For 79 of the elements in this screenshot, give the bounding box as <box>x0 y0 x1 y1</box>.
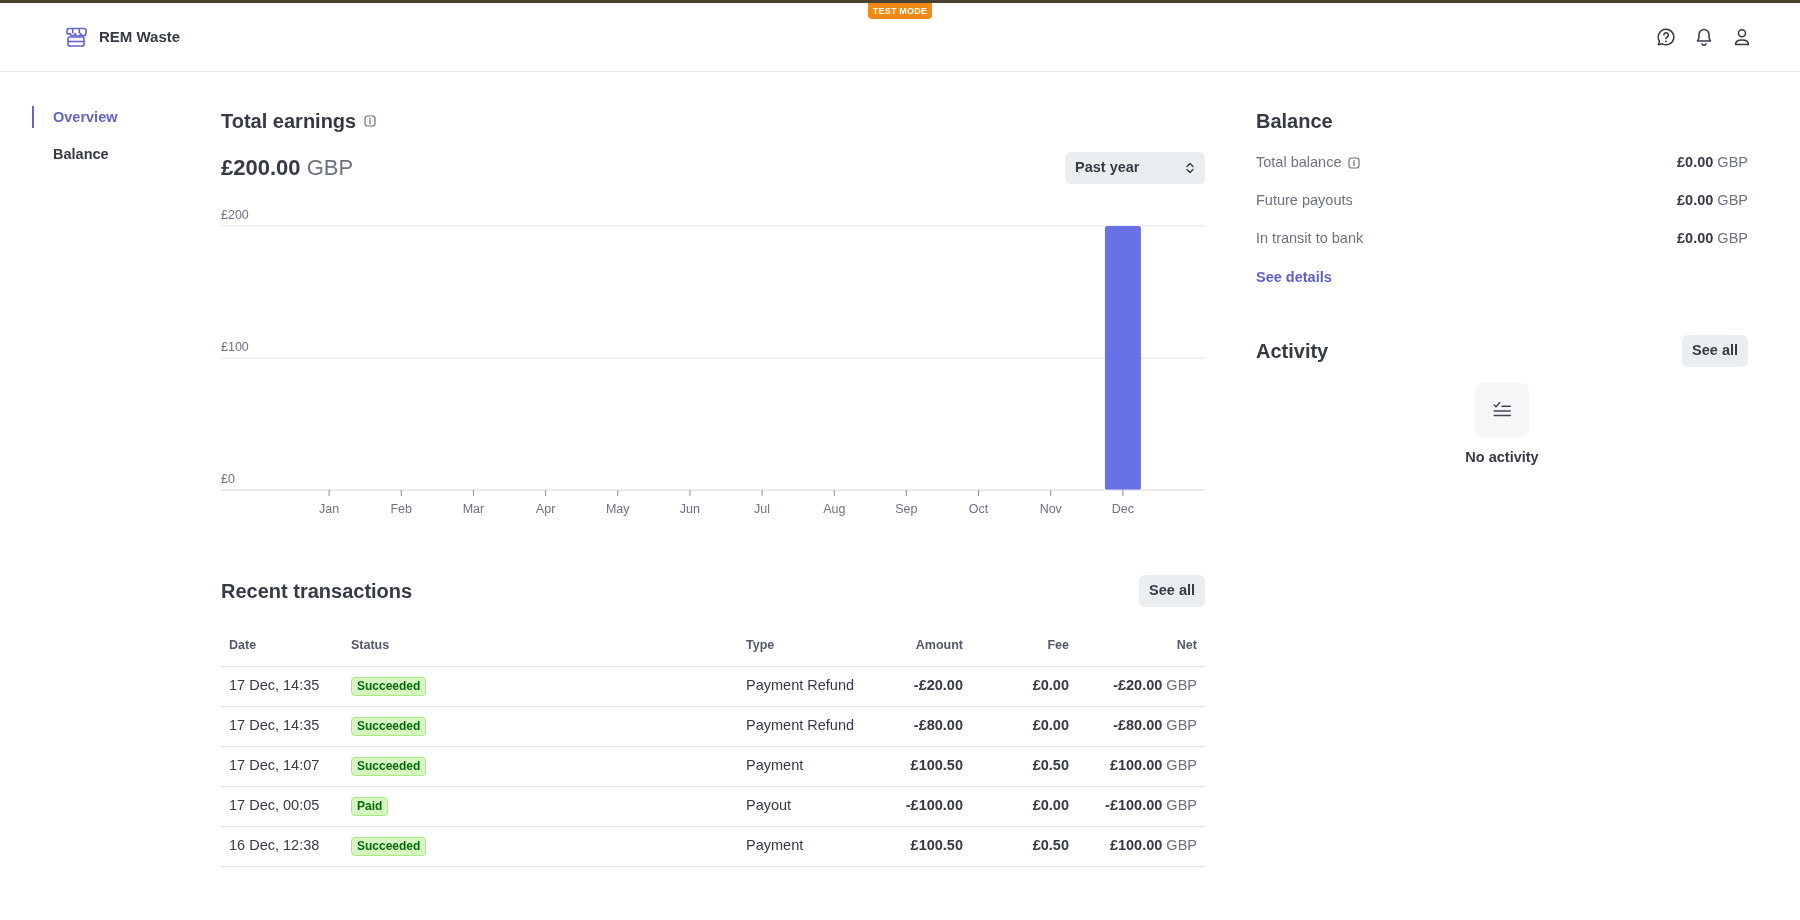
x-axis-label: May <box>605 502 630 516</box>
column-header: Date <box>221 625 343 666</box>
fee-cell: £0.00 <box>971 666 1077 706</box>
user-icon[interactable] <box>1732 27 1752 47</box>
chevron-icon <box>1185 161 1195 175</box>
x-axis-label: Feb <box>390 502 412 516</box>
see-details-link[interactable]: See details <box>1256 269 1332 285</box>
status-badge: Succeeded <box>351 837 427 857</box>
type-cell: Payment Refund <box>738 706 863 746</box>
y-axis-label: £0 <box>221 472 235 486</box>
column-header: Net <box>1077 625 1205 666</box>
fee-cell: £0.50 <box>971 746 1077 786</box>
balance-label: Total balance <box>1256 153 1342 173</box>
section-title: Total earnings <box>221 109 357 134</box>
y-axis-label: £100 <box>221 340 249 354</box>
x-axis-label: Mar <box>462 502 485 516</box>
status-badge: Paid <box>351 797 389 817</box>
type-cell: Payment <box>738 826 863 866</box>
type-cell: Payment <box>738 746 863 786</box>
date-cell: 17 Dec, 00:05 <box>221 786 343 826</box>
see-all-button[interactable]: See all <box>1682 335 1748 367</box>
x-axis-label: Jul <box>754 502 771 516</box>
amount-cell: -£20.00 <box>863 666 971 706</box>
sidebar-item[interactable]: Balance <box>32 143 221 165</box>
section-title: Recent transactions <box>221 579 413 604</box>
storefront-icon <box>65 26 87 48</box>
column-header: Amount <box>863 625 971 666</box>
info-icon[interactable] <box>1348 157 1361 169</box>
net-cell: -£20.00 GBP <box>1077 666 1205 706</box>
status-badge: Succeeded <box>351 677 427 697</box>
column-header: Status <box>343 625 738 666</box>
x-axis-label: Sep <box>895 502 918 516</box>
empty-state-text: No activity <box>1465 448 1539 467</box>
fee-cell: £0.00 <box>971 786 1077 826</box>
column-header: Fee <box>971 625 1077 666</box>
net-cell: £100.00 GBP <box>1077 826 1205 866</box>
see-all-button[interactable]: See all <box>1139 575 1205 607</box>
section-title: Balance <box>1256 109 1334 134</box>
amount-cell: -£100.00 <box>863 786 971 826</box>
type-cell: Payout <box>738 786 863 826</box>
status-badge: Succeeded <box>351 717 427 737</box>
x-axis-label: Nov <box>1039 502 1062 516</box>
net-cell: -£100.00 GBP <box>1077 786 1205 826</box>
info-icon[interactable] <box>364 115 377 127</box>
section-title: Activity <box>1256 339 1329 364</box>
date-cell: 17 Dec, 14:07 <box>221 746 343 786</box>
amount-cell: £100.50 <box>863 746 971 786</box>
column-header: Type <box>738 625 863 666</box>
fee-cell: £0.50 <box>971 826 1077 866</box>
checklist-icon <box>1475 383 1529 437</box>
balance-value: £0.00 GBP <box>1677 229 1748 249</box>
test-mode-badge: TEST MODE <box>868 3 932 19</box>
date-cell: 16 Dec, 12:38 <box>221 826 343 866</box>
net-cell: -£80.00 GBP <box>1077 706 1205 746</box>
x-axis-label: Oct <box>968 502 989 516</box>
balance-value: £0.00 GBP <box>1677 153 1748 173</box>
x-axis-label: Dec <box>1111 502 1135 516</box>
type-cell: Payment Refund <box>738 666 863 706</box>
total-earnings-amount: £200.00 GBP <box>221 154 354 182</box>
x-axis-label: Jun <box>679 502 700 516</box>
fee-cell: £0.00 <box>971 706 1077 746</box>
net-cell: £100.00 GBP <box>1077 746 1205 786</box>
amount-cell: £100.50 <box>863 826 971 866</box>
help-icon[interactable] <box>1656 27 1676 47</box>
status-badge: Succeeded <box>351 757 427 777</box>
balance-label: In transit to bank <box>1256 229 1364 249</box>
bell-icon[interactable] <box>1694 27 1714 47</box>
balance-value: £0.00 GBP <box>1677 191 1748 211</box>
x-axis-label: Jan <box>319 502 340 516</box>
period-select[interactable]: Past year <box>1065 152 1205 184</box>
y-axis-label: £200 <box>221 208 249 222</box>
sidebar-item[interactable]: Overview <box>32 106 221 128</box>
date-cell: 17 Dec, 14:35 <box>221 706 343 746</box>
x-axis-label: Aug <box>823 502 846 516</box>
date-cell: 17 Dec, 14:35 <box>221 666 343 706</box>
balance-label: Future payouts <box>1256 191 1353 211</box>
brand-name: REM Waste <box>99 26 181 47</box>
x-axis-label: Apr <box>535 502 556 516</box>
amount-cell: -£80.00 <box>863 706 971 746</box>
